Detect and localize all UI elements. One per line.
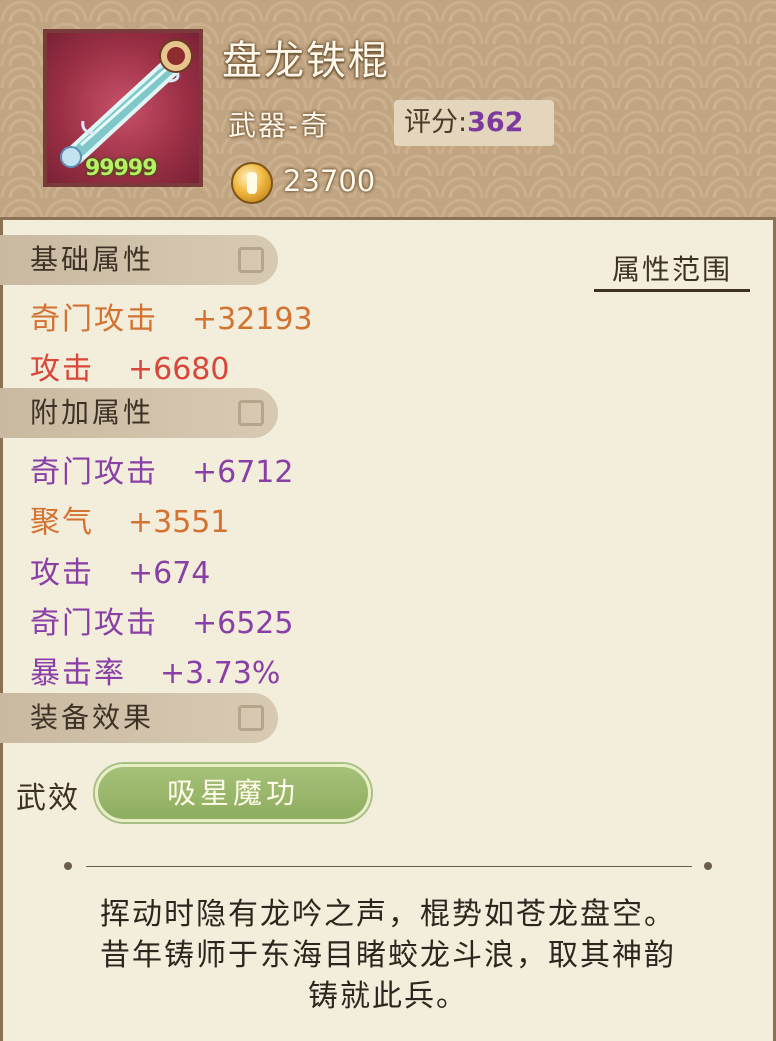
gold-coin-icon (231, 162, 273, 204)
score-label: 评分: (404, 107, 468, 138)
attr-value: +3.73% (160, 656, 281, 691)
divider-dot (64, 862, 72, 870)
divider-dot (704, 862, 712, 870)
attr-name: 攻击 (30, 352, 94, 387)
attr-name: 奇门攻击 (30, 455, 158, 490)
item-level: 99999 (85, 156, 158, 181)
equip-effect-title: 装备效果 (30, 701, 155, 734)
attr-value: +3551 (128, 505, 230, 540)
extra-attr-row: 聚气 +3551 (30, 497, 229, 541)
attr-name: 攻击 (30, 556, 94, 591)
extra-attr-row: 暴击率 +3.73% (30, 648, 280, 692)
scroll-ornament-icon (238, 400, 264, 426)
score-value: 362 (467, 107, 524, 138)
attr-value: +674 (128, 556, 211, 591)
extra-attr-row: 奇门攻击 +6525 (30, 598, 293, 642)
attr-value: +6712 (192, 455, 294, 490)
attr-name: 奇门攻击 (30, 606, 158, 641)
extra-attributes-header: 附加属性 (0, 388, 278, 438)
attr-name: 暴击率 (30, 656, 126, 691)
base-attr-row: 攻击 +6680 (30, 344, 229, 388)
extra-attr-row: 奇门攻击 +6712 (30, 447, 293, 491)
weapon-effect-label: 武效 (16, 781, 80, 816)
attr-value: +32193 (192, 302, 313, 337)
item-description: 挥动时隐有龙吟之声，棍势如苍龙盘空。 昔年铸师于东海目睹蛟龙斗浪，取其神韵 铸就… (40, 894, 736, 1017)
attr-name: 聚气 (30, 505, 94, 540)
base-attributes-header: 基础属性 (0, 235, 278, 285)
base-attr-row: 奇门攻击 +32193 (30, 294, 313, 338)
score-box: 评分:362 (394, 100, 554, 146)
item-price: 23700 (283, 164, 376, 198)
base-attributes-title: 基础属性 (30, 243, 155, 276)
item-name: 盘龙铁棍 (222, 38, 390, 84)
attr-value: +6680 (128, 352, 230, 387)
attribute-range-button[interactable]: 属性范围 (594, 248, 750, 292)
item-header: 99999 盘龙铁棍 武器-奇 评分:362 23700 (0, 0, 776, 220)
attr-value: +6525 (192, 606, 294, 641)
extra-attr-row: 攻击 +674 (30, 548, 210, 592)
divider (86, 866, 692, 867)
attr-name: 奇门攻击 (30, 302, 158, 337)
rank-badge-icon (159, 39, 193, 73)
scroll-ornament-icon (238, 705, 264, 731)
equip-effect-header: 装备效果 (0, 693, 278, 743)
scroll-ornament-icon (238, 247, 264, 273)
description-line: 昔年铸师于东海目睹蛟龙斗浪，取其神韵 (100, 938, 676, 973)
item-type: 武器-奇 (228, 109, 331, 142)
extra-attributes-title: 附加属性 (30, 396, 155, 429)
description-line: 铸就此兵。 (308, 979, 468, 1014)
item-icon-frame[interactable]: 99999 (43, 29, 203, 187)
weapon-skill-button[interactable]: 吸星魔功 (95, 764, 371, 822)
description-line: 挥动时隐有龙吟之声，棍势如苍龙盘空。 (100, 897, 676, 932)
